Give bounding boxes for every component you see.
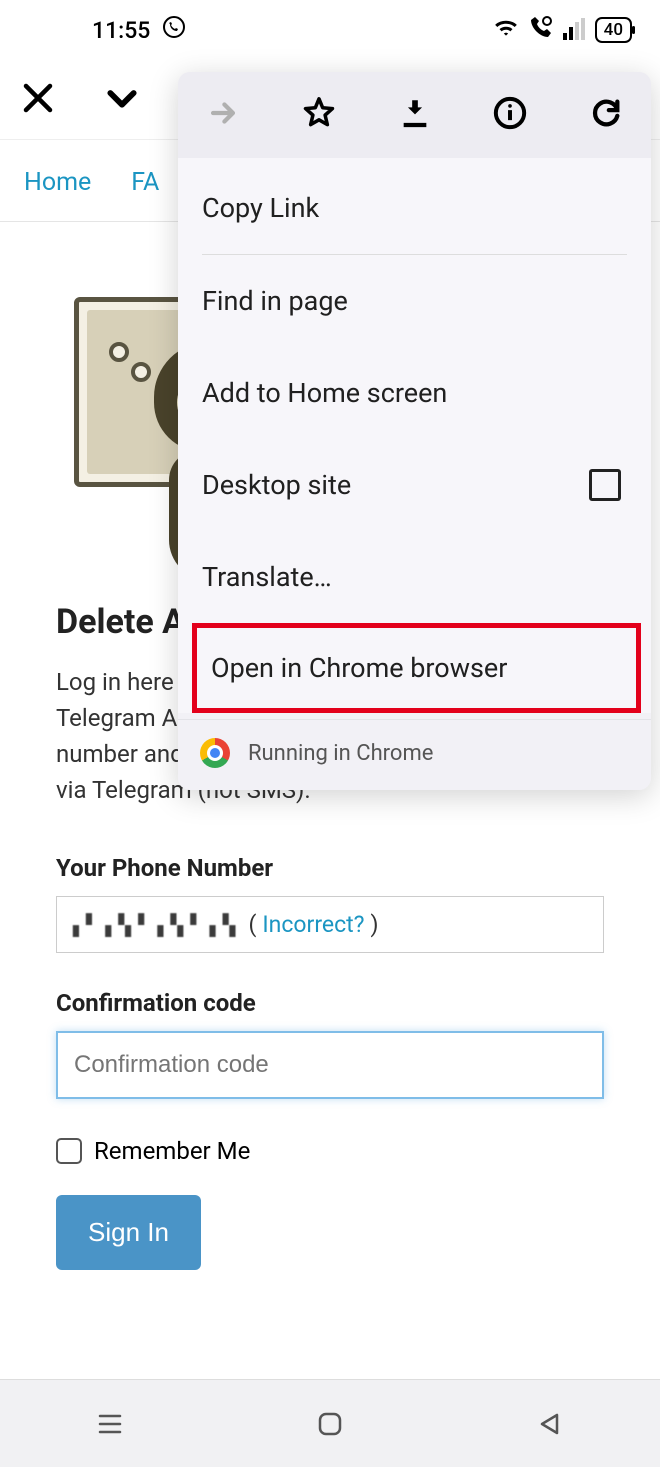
battery-icon: 40 [595, 17, 632, 43]
menu-copy-link[interactable]: Copy Link [178, 162, 651, 254]
info-icon[interactable] [493, 96, 527, 134]
menu-footer: Running in Chrome [178, 719, 651, 790]
refresh-icon[interactable] [589, 96, 623, 134]
menu-desktop-site[interactable]: Desktop site [178, 439, 651, 531]
desktop-site-checkbox[interactable] [589, 469, 621, 501]
clock: 11:55 [92, 17, 150, 44]
tab-home[interactable]: Home [24, 168, 91, 197]
remember-me[interactable]: Remember Me [56, 1137, 604, 1165]
chevron-down-icon[interactable] [102, 78, 142, 122]
recents-icon[interactable] [94, 1408, 126, 1440]
home-icon[interactable] [314, 1408, 346, 1440]
remember-checkbox[interactable] [56, 1138, 82, 1164]
signal-icon [563, 20, 585, 40]
phone-label: Your Phone Number [56, 854, 604, 882]
remember-label: Remember Me [94, 1137, 250, 1165]
overflow-menu: Copy Link Find in page Add to Home scree… [178, 72, 651, 790]
chrome-icon [200, 738, 230, 768]
menu-translate[interactable]: Translate… [178, 531, 651, 623]
menu-find-in-page[interactable]: Find in page [178, 255, 651, 347]
call-icon [529, 15, 553, 45]
menu-add-home[interactable]: Add to Home screen [178, 347, 651, 439]
incorrect-link[interactable]: Incorrect? [262, 911, 364, 938]
download-icon[interactable] [398, 96, 432, 134]
star-icon[interactable] [302, 96, 336, 134]
menu-open-chrome[interactable]: Open in Chrome browser [192, 623, 641, 713]
back-icon[interactable] [534, 1408, 566, 1440]
phone-field[interactable]: ▖▘▗▝▖▘▗▝▖▘▗▝▖ (Incorrect?) [56, 896, 604, 953]
forward-icon[interactable] [206, 96, 240, 134]
signin-button[interactable]: Sign In [56, 1195, 201, 1270]
confirmation-label: Confirmation code [56, 989, 604, 1017]
confirmation-input[interactable] [56, 1031, 604, 1099]
tab-faq[interactable]: FA [131, 168, 159, 197]
system-navbar [0, 1379, 660, 1467]
wifi-icon [493, 16, 519, 44]
status-bar: 11:55 40 [0, 0, 660, 60]
whatsapp-icon [162, 15, 186, 45]
phone-value: ▖▘▗▝▖▘▗▝▖▘▗▝▖ [73, 913, 243, 937]
close-icon[interactable] [20, 80, 56, 120]
